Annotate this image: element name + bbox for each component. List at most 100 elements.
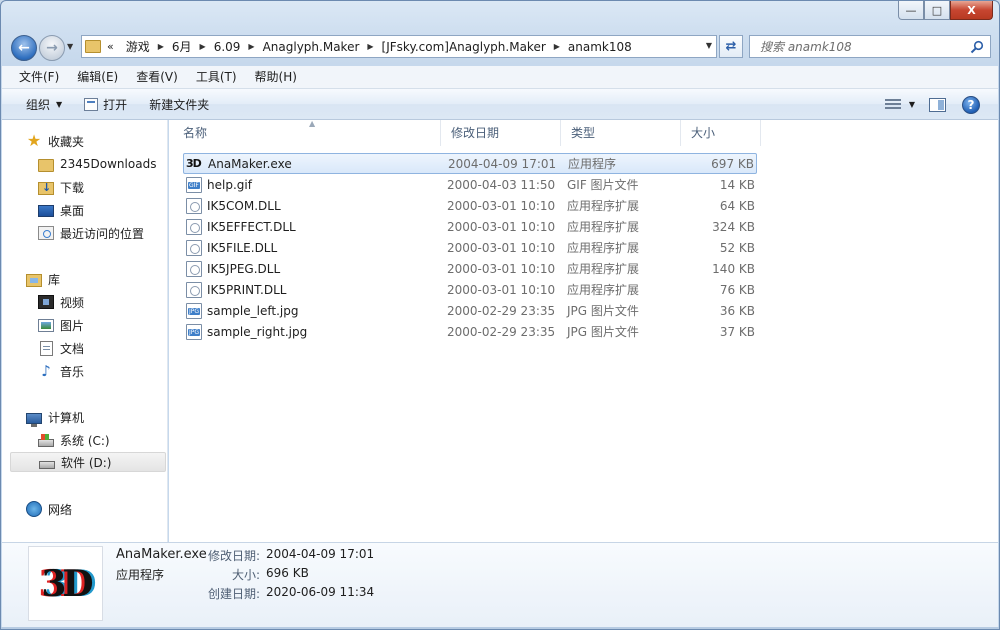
close-button[interactable]: X	[950, 1, 993, 20]
column-header-name[interactable]: 名称 ▲	[173, 119, 441, 146]
gif-file-icon	[186, 177, 202, 193]
file-type: 应用程序扩展	[567, 199, 640, 213]
table-row[interactable]: sample_left.jpg 2000-02-29 23:35 JPG 图片文…	[183, 301, 757, 322]
maximize-button[interactable]: □	[924, 1, 950, 20]
chevron-right-icon[interactable]: ▶	[550, 42, 564, 51]
table-row[interactable]: IK5PRINT.DLL 2000-03-01 10:10 应用程序扩展 76 …	[183, 280, 757, 301]
chevron-right-icon[interactable]: ▶	[363, 42, 377, 51]
picture-icon	[38, 319, 54, 332]
chevron-down-icon: ▼	[908, 100, 915, 109]
menu-file[interactable]: 文件(F)	[10, 67, 68, 87]
nav-favorites[interactable]: ★ 收藏夹	[26, 131, 84, 151]
open-button[interactable]: 打开	[76, 92, 135, 116]
chevron-right-icon[interactable]: ▶	[244, 42, 258, 51]
menu-bar: 文件(F) 编辑(E) 查看(V) 工具(T) 帮助(H)	[2, 66, 998, 89]
new-folder-button[interactable]: 新建文件夹	[141, 92, 217, 116]
caption-buttons: — □ X	[898, 1, 993, 21]
nav-item-downloads[interactable]: 下载	[38, 177, 84, 197]
open-label: 打开	[103, 97, 128, 112]
refresh-button[interactable]: ⇄	[719, 35, 743, 58]
file-type: 应用程序扩展	[567, 241, 640, 255]
column-header-type[interactable]: 类型	[561, 120, 681, 146]
breadcrumb-item[interactable]: 6月	[168, 38, 196, 55]
chevron-right-icon[interactable]: ▶	[154, 42, 168, 51]
change-view-button[interactable]: ▼	[879, 98, 921, 111]
file-name: AnaMaker.exe	[208, 157, 292, 171]
nav-label: 系统 (C:)	[60, 433, 110, 448]
dll-file-icon	[186, 198, 202, 214]
table-row[interactable]: IK5EFFECT.DLL 2000-03-01 10:10 应用程序扩展 32…	[183, 217, 757, 238]
dll-file-icon	[186, 282, 202, 298]
nav-item-desktop[interactable]: 桌面	[38, 200, 84, 220]
nav-item-recent-places[interactable]: 最近访问的位置	[38, 223, 144, 243]
help-icon[interactable]: ?	[962, 95, 980, 114]
column-header-date[interactable]: 修改日期	[441, 120, 561, 146]
file-size: 14 KB	[719, 178, 755, 192]
nav-item-pictures[interactable]: 图片	[38, 315, 84, 335]
file-size: 52 KB	[719, 241, 755, 255]
file-name: IK5PRINT.DLL	[207, 283, 287, 297]
nav-computer[interactable]: 计算机	[26, 407, 84, 427]
table-row[interactable]: IK5FILE.DLL 2000-03-01 10:10 应用程序扩展 52 K…	[183, 238, 757, 259]
breadcrumb[interactable]: « 游戏 ▶ 6月 ▶ 6.09 ▶ Anaglyph.Maker ▶ [JFs…	[81, 35, 717, 58]
nav-item-drive-d[interactable]: 软件 (D:)	[10, 452, 166, 472]
file-date: 2000-03-01 10:10	[447, 283, 556, 297]
organize-button[interactable]: 组织 ▼	[18, 92, 70, 116]
file-type: 应用程序扩展	[567, 283, 640, 297]
file-size: 37 KB	[719, 325, 755, 339]
breadcrumb-item[interactable]: Anaglyph.Maker	[259, 40, 364, 54]
nav-label: 计算机	[48, 410, 85, 425]
table-row[interactable]: IK5JPEG.DLL 2000-03-01 10:10 应用程序扩展 140 …	[183, 259, 757, 280]
breadcrumb-overflow[interactable]: «	[107, 40, 114, 53]
nav-item-2345downloads[interactable]: 2345Downloads	[38, 154, 156, 174]
system-drive-icon	[38, 434, 54, 447]
file-name: sample_right.jpg	[207, 325, 308, 339]
nav-libraries[interactable]: 库	[26, 269, 60, 289]
breadcrumb-item[interactable]: [JFsky.com]Anaglyph.Maker	[378, 40, 550, 54]
breadcrumb-item[interactable]: 游戏	[122, 38, 154, 55]
nav-item-documents[interactable]: 文档	[38, 338, 84, 358]
table-row[interactable]: sample_right.jpg 2000-02-29 23:35 JPG 图片…	[183, 322, 757, 343]
explorer-window: — □ X ← → ▼ « 游戏 ▶ 6月 ▶ 6.09 ▶ Anaglyph.…	[0, 0, 1000, 630]
column-header-size[interactable]: 大小	[681, 120, 761, 146]
file-date: 2004-04-09 17:01	[448, 157, 557, 171]
file-size: 140 KB	[712, 262, 755, 276]
menu-edit[interactable]: 编辑(E)	[68, 67, 127, 87]
star-icon: ★	[26, 131, 42, 150]
table-row[interactable]: help.gif 2000-04-03 11:50 GIF 图片文件 14 KB	[183, 175, 757, 196]
recent-pages-dropdown[interactable]: ▼	[67, 42, 73, 51]
nav-network[interactable]: 网络	[26, 499, 72, 519]
table-row[interactable]: 3D AnaMaker.exe 2004-04-09 17:01 应用程序 69…	[183, 153, 757, 174]
nav-item-videos[interactable]: 视频	[38, 292, 84, 312]
search-icon[interactable]	[970, 40, 984, 54]
menu-view[interactable]: 查看(V)	[127, 67, 187, 87]
chevron-down-icon[interactable]: ▼	[706, 41, 712, 50]
search-box[interactable]	[749, 35, 991, 58]
breadcrumb-item[interactable]: anamk108	[564, 40, 636, 54]
back-button[interactable]: ←	[11, 35, 37, 61]
search-input[interactable]	[760, 39, 960, 54]
nav-label: 最近访问的位置	[60, 226, 145, 241]
dll-file-icon	[186, 240, 202, 256]
preview-pane-icon[interactable]	[929, 97, 946, 112]
nav-item-music[interactable]: ♪ 音乐	[38, 361, 84, 381]
breadcrumb-item[interactable]: 6.09	[210, 40, 245, 54]
minimize-button[interactable]: —	[898, 1, 924, 20]
chevron-right-icon[interactable]: ▶	[196, 42, 210, 51]
nav-item-drive-c[interactable]: 系统 (C:)	[38, 430, 110, 450]
nav-label: 2345Downloads	[60, 157, 157, 171]
chevron-down-icon: ▼	[56, 99, 63, 109]
file-date: 2000-03-01 10:10	[447, 262, 556, 276]
download-icon	[38, 181, 54, 195]
forward-button[interactable]: →	[39, 35, 65, 61]
detail-file-type: 应用程序	[116, 568, 165, 582]
menu-tools[interactable]: 工具(T)	[187, 67, 246, 87]
file-size: 324 KB	[712, 220, 755, 234]
recent-places-icon	[38, 226, 54, 240]
table-row[interactable]: IK5COM.DLL 2000-03-01 10:10 应用程序扩展 64 KB	[183, 196, 757, 217]
network-icon	[26, 501, 42, 517]
menu-help[interactable]: 帮助(H)	[246, 67, 306, 87]
3d-app-icon: 3D	[186, 157, 202, 170]
arrow-left-icon: ←	[18, 40, 30, 56]
jpg-file-icon	[186, 303, 202, 319]
